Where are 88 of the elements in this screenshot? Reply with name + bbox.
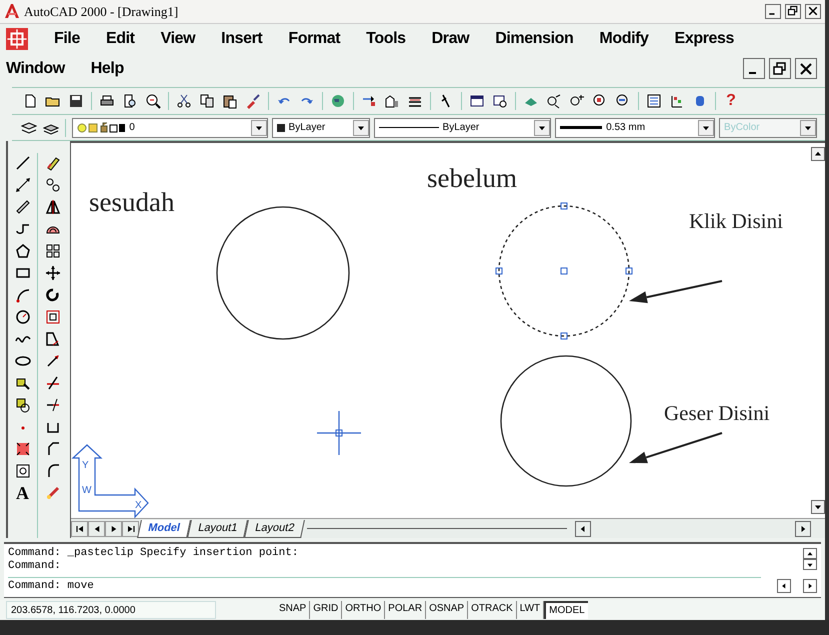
status-toggle[interactable]: OTRACK bbox=[468, 601, 517, 620]
eraser-icon[interactable] bbox=[45, 155, 61, 172]
menu-item[interactable]: Dimension bbox=[495, 26, 574, 51]
menu-item[interactable]: Insert bbox=[221, 26, 262, 51]
menu-item[interactable]: Help bbox=[90, 56, 124, 81]
color-dropdown[interactable]: ByLayer bbox=[272, 118, 370, 138]
extend-icon[interactable] bbox=[45, 397, 61, 414]
coordinates-readout: 203.6578, 116.7203, 0.0000 bbox=[6, 601, 216, 620]
status-toggle[interactable]: ORTHO bbox=[342, 601, 386, 620]
text-tool-icon[interactable]: A bbox=[12, 483, 32, 504]
trim-icon[interactable] bbox=[45, 375, 61, 392]
axis-label: Y bbox=[82, 460, 89, 472]
help-icon[interactable]: ? bbox=[721, 89, 741, 114]
design-center-icon[interactable] bbox=[669, 93, 685, 110]
layers-icon[interactable] bbox=[20, 120, 37, 136]
layer-dropdown[interactable]: 0 bbox=[72, 118, 268, 138]
status-toggle[interactable]: SNAP bbox=[276, 601, 310, 620]
status-toggle[interactable]: GRID bbox=[310, 601, 342, 620]
command-history-line: Command: bbox=[8, 560, 62, 574]
axis-label: X bbox=[135, 500, 142, 512]
properties-icon[interactable] bbox=[646, 93, 662, 110]
hatch-icon[interactable] bbox=[14, 441, 30, 458]
status-toggle[interactable]: OSNAP bbox=[426, 601, 468, 620]
layout-tab[interactable]: Layout1 bbox=[186, 520, 248, 538]
status-toggle[interactable]: MODEL bbox=[544, 601, 588, 620]
lineweight-sample bbox=[560, 126, 602, 130]
menu-item[interactable]: Format bbox=[288, 26, 340, 51]
menu-item[interactable]: File bbox=[54, 26, 80, 51]
app-menu-icon[interactable] bbox=[6, 28, 28, 50]
region-icon[interactable] bbox=[14, 463, 30, 480]
command-history-line: Command: _pasteclip Specify insertion point: bbox=[8, 547, 300, 560]
window-icon[interactable] bbox=[469, 93, 485, 110]
paste-icon[interactable] bbox=[222, 93, 238, 110]
status-toggle[interactable]: POLAR bbox=[385, 601, 426, 620]
heading-label: sebelum bbox=[427, 165, 517, 192]
menu-item[interactable]: View bbox=[160, 26, 196, 51]
scale-icon[interactable] bbox=[45, 309, 61, 326]
heading-label: sesudah bbox=[89, 189, 174, 216]
annotation-label: Klik Disini bbox=[689, 211, 783, 232]
lineweight-dropdown[interactable]: 0.53 mm bbox=[555, 118, 716, 138]
layout-tab[interactable]: Model bbox=[137, 520, 191, 538]
globe-icon[interactable] bbox=[330, 93, 346, 110]
window-zoom-icon[interactable] bbox=[492, 93, 508, 110]
move-icon[interactable] bbox=[45, 265, 61, 282]
menu-item[interactable]: Edit bbox=[106, 26, 135, 51]
copy-object-icon[interactable] bbox=[45, 177, 61, 194]
linetype-dropdown[interactable]: ByLayer bbox=[374, 118, 552, 138]
cut-icon[interactable] bbox=[176, 93, 192, 110]
menu-item[interactable]: Window bbox=[6, 56, 65, 81]
crosshair-cursor bbox=[316, 410, 362, 456]
restore-icon[interactable] bbox=[787, 5, 799, 18]
restore-icon[interactable] bbox=[772, 60, 788, 77]
line-icon[interactable] bbox=[14, 155, 30, 172]
ucs-icon bbox=[71, 444, 149, 519]
print-preview-icon[interactable] bbox=[122, 93, 138, 110]
save-icon[interactable] bbox=[68, 93, 84, 110]
polygon-icon[interactable] bbox=[14, 243, 30, 260]
array-icon[interactable] bbox=[45, 243, 61, 260]
layout-tab[interactable]: Layout2 bbox=[244, 520, 305, 538]
close-icon[interactable] bbox=[807, 5, 819, 18]
circle-icon[interactable] bbox=[14, 309, 30, 326]
explode-icon[interactable] bbox=[45, 485, 61, 502]
stretch-icon[interactable] bbox=[45, 331, 61, 348]
app-logo-icon bbox=[4, 3, 20, 20]
color-swatch bbox=[276, 124, 285, 132]
menu-item[interactable]: Draw bbox=[432, 26, 470, 51]
arc-icon[interactable] bbox=[14, 287, 30, 304]
close-icon[interactable] bbox=[798, 60, 814, 77]
axis-label: W bbox=[82, 485, 92, 496]
construction-line-icon[interactable] bbox=[14, 177, 30, 194]
brush-icon[interactable] bbox=[245, 93, 261, 110]
window-title: AutoCAD 2000 - [Drawing1] bbox=[24, 2, 180, 21]
building-icon[interactable] bbox=[384, 93, 400, 110]
annotation-label: Geser Disini bbox=[664, 403, 770, 424]
zoom-realtime-icon[interactable] bbox=[546, 93, 562, 110]
command-prompt[interactable]: Command: move bbox=[8, 577, 761, 594]
make-block-icon[interactable] bbox=[14, 397, 30, 414]
menu-item[interactable]: Express bbox=[674, 26, 734, 51]
lengthen-icon[interactable] bbox=[45, 353, 61, 370]
magnifier-icon[interactable] bbox=[145, 93, 161, 110]
layer-state-icon bbox=[77, 120, 126, 135]
linetype-sample bbox=[378, 127, 439, 128]
copy-icon[interactable] bbox=[199, 93, 215, 110]
rotate-icon[interactable] bbox=[45, 287, 61, 304]
multiline-icon[interactable] bbox=[14, 199, 30, 216]
menu-item[interactable]: Modify bbox=[599, 26, 649, 51]
menu-item[interactable]: Tools bbox=[366, 26, 406, 51]
mirror-icon[interactable] bbox=[45, 199, 61, 216]
